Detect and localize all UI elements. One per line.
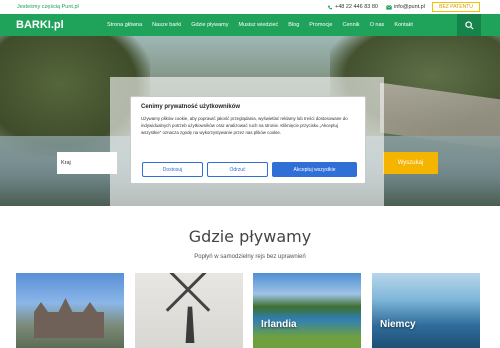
main-nav: BARKI.pl Strona główna Nasze barki Gdzie… [0,14,500,36]
nav-menu: Strona główna Nasze barki Gdzie pływamy … [107,14,423,36]
reject-button[interactable]: Odrzuć [207,162,268,177]
destination-name: Niemcy [380,319,416,330]
cookie-dialog: Cenimy prywatność użytkowników Używamy p… [130,96,366,184]
nav-item-about[interactable]: O nas [370,22,385,28]
nav-item-barges[interactable]: Nasze barki [152,22,181,28]
nav-item-blog[interactable]: Blog [288,22,299,28]
nav-item-must-know[interactable]: Musisz wiedzieć [239,22,279,28]
phone-number: +48 22 446 83 80 [335,4,378,10]
castle-image [34,298,104,338]
search-button[interactable] [457,14,481,36]
country-select[interactable]: Kraj [57,152,117,174]
section-subtitle: Popłyń w samodzielny rejs bez uprawnień [194,254,306,260]
section-title: Gdzie pływamy [188,227,312,246]
nav-item-home[interactable]: Strona główna [107,22,142,28]
accept-all-button[interactable]: Akceptuj wszystkie [272,162,357,177]
nav-item-promotions[interactable]: Promocje [309,22,332,28]
cookie-body: Używamy plików cookie, aby poprawić jako… [141,116,348,135]
destination-name: Irlandia [261,319,297,330]
email-contact[interactable]: info@punt.pl [386,4,425,10]
country-select-label: Kraj [61,160,71,166]
email-address: info@punt.pl [394,4,425,10]
destination-card[interactable] [135,273,243,348]
nav-item-where[interactable]: Gdzie pływamy [191,22,228,28]
find-button[interactable]: Wyszukaj [383,152,438,174]
mail-icon [386,4,392,10]
site-logo[interactable]: BARKI.pl [16,19,64,31]
nav-item-contact[interactable]: Kontakt [394,22,413,28]
destination-card[interactable]: Niemcy [372,273,480,348]
top-bar: Jesteśmy częścią Punt.pl +48 22 446 83 8… [0,0,500,14]
destination-card[interactable] [16,273,124,348]
phone-icon [328,5,332,9]
no-license-button[interactable]: BEZ PATENTU [432,2,480,12]
destination-card[interactable]: Irlandia [253,273,361,348]
search-icon [464,20,474,30]
cookie-buttons: Dostosuj Odrzuć Akceptuj wszystkie [142,162,357,177]
nav-item-pricing[interactable]: Cennik [343,22,360,28]
cookie-title: Cenimy prywatność użytkowników [141,104,241,110]
phone-contact[interactable]: +48 22 446 83 80 [327,4,378,10]
partner-link[interactable]: Jesteśmy częścią Punt.pl [17,4,79,10]
customize-button[interactable]: Dostosuj [142,162,203,177]
